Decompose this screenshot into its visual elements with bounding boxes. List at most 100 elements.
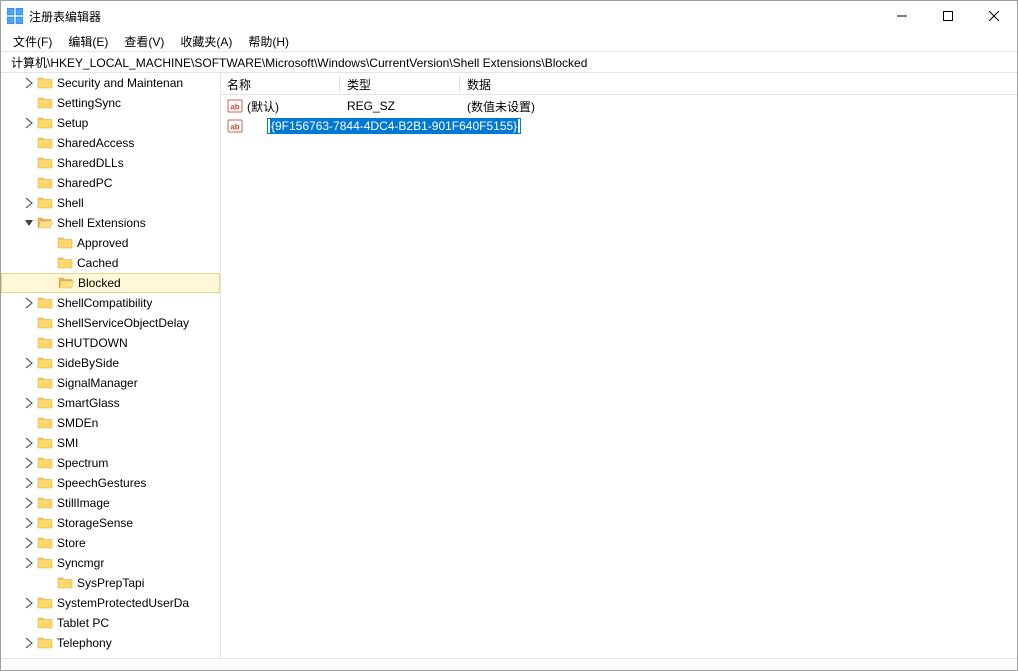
folder-icon [37, 315, 53, 331]
tree-item[interactable]: Tablet PC [1, 613, 220, 633]
tree-item[interactable]: SignalManager [1, 373, 220, 393]
minimize-button[interactable] [879, 1, 925, 31]
folder-icon [37, 395, 53, 411]
chevron-right-icon[interactable] [21, 355, 37, 371]
tree-item[interactable]: StillImage [1, 493, 220, 513]
values-list[interactable]: (默认) REG_SZ (数值未设置) {9F156763-7844-4DC4-… [221, 95, 1017, 658]
tree-item[interactable]: SMI [1, 433, 220, 453]
tree-label: ShellCompatibility [57, 296, 152, 310]
tree-label: SharedPC [57, 176, 112, 190]
folder-icon [37, 635, 53, 651]
column-header-name[interactable]: 名称 [221, 73, 341, 94]
chevron-right-icon[interactable] [21, 475, 37, 491]
tree-item[interactable]: Shell [1, 193, 220, 213]
tree-item[interactable]: SharedPC [1, 173, 220, 193]
tree-item[interactable]: SystemProtectedUserDa [1, 593, 220, 613]
value-row-default[interactable]: (默认) REG_SZ (数值未设置) [221, 96, 1017, 116]
chevron-right-icon[interactable] [21, 515, 37, 531]
address-input[interactable] [9, 54, 1009, 70]
chevron-right-icon[interactable] [21, 495, 37, 511]
tree-item[interactable]: SHUTDOWN [1, 333, 220, 353]
tree-label: Spectrum [57, 456, 108, 470]
value-name-edit-input[interactable]: {9F156763-7844-4DC4-B2B1-901F640F5155} [267, 118, 521, 134]
tree-item[interactable]: Store [1, 533, 220, 553]
folder-icon [37, 475, 53, 491]
tree-label: Security and Maintenan [57, 76, 183, 90]
column-header-data[interactable]: 数据 [461, 73, 1017, 94]
tree-item[interactable]: Approved [1, 233, 220, 253]
folder-icon [57, 255, 73, 271]
tree-label: SharedDLLs [57, 156, 124, 170]
chevron-right-icon[interactable] [21, 635, 37, 651]
folder-icon [37, 175, 53, 191]
tree-item[interactable]: Setup [1, 113, 220, 133]
registry-editor-window: 注册表编辑器 文件(F) 编辑(E) 查看(V) 收藏夹(A) 帮助(H) [0, 0, 1018, 671]
tree-label: SMDEn [57, 416, 98, 430]
main-area: Security and Maintenan SettingSync Setup… [1, 73, 1017, 658]
tree-item[interactable]: ShellServiceObjectDelay [1, 313, 220, 333]
tree-label: SharedAccess [57, 136, 134, 150]
folder-icon [37, 515, 53, 531]
key-tree: Security and Maintenan SettingSync Setup… [1, 73, 220, 653]
column-header-type[interactable]: 类型 [341, 73, 461, 94]
tree-item[interactable]: SideBySide [1, 353, 220, 373]
folder-icon [37, 135, 53, 151]
tree-label: Shell Extensions [57, 216, 146, 230]
tree-item[interactable]: Spectrum [1, 453, 220, 473]
tree-item[interactable]: Cached [1, 253, 220, 273]
tree-item[interactable]: SharedDLLs [1, 153, 220, 173]
chevron-right-icon[interactable] [21, 595, 37, 611]
tree-item[interactable]: SmartGlass [1, 393, 220, 413]
close-button[interactable] [971, 1, 1017, 31]
tree-item[interactable]: Security and Maintenan [1, 73, 220, 93]
tree-item[interactable]: SharedAccess [1, 133, 220, 153]
menu-favorites[interactable]: 收藏夹(A) [172, 31, 240, 52]
tree-item[interactable]: ShellCompatibility [1, 293, 220, 313]
value-row-editing[interactable]: {9F156763-7844-4DC4-B2B1-901F640F5155} [221, 116, 1017, 136]
chevron-right-icon[interactable] [21, 75, 37, 91]
value-data: (数值未设置) [461, 96, 1017, 116]
value-name-edit-text: {9F156763-7844-4DC4-B2B1-901F640F5155} [270, 119, 518, 133]
tree-item[interactable]: SysPrepTapi [1, 573, 220, 593]
tree-label: Approved [77, 236, 128, 250]
chevron-right-icon[interactable] [21, 435, 37, 451]
menu-view[interactable]: 查看(V) [116, 31, 172, 52]
tree-label: StillImage [57, 496, 110, 510]
tree-label: Syncmgr [57, 556, 104, 570]
folder-icon [37, 115, 53, 131]
chevron-right-icon[interactable] [21, 555, 37, 571]
app-icon [7, 8, 23, 24]
chevron-down-icon[interactable] [21, 215, 37, 231]
chevron-right-icon[interactable] [21, 535, 37, 551]
chevron-right-icon[interactable] [21, 295, 37, 311]
string-value-icon [227, 118, 243, 134]
tree-item-blocked[interactable]: Blocked [1, 273, 220, 293]
tree-item[interactable]: SMDEn [1, 413, 220, 433]
tree-label: Shell [57, 196, 84, 210]
folder-icon [37, 295, 53, 311]
chevron-right-icon[interactable] [21, 195, 37, 211]
tree-label: SHUTDOWN [57, 336, 128, 350]
folder-icon [57, 575, 73, 591]
folder-icon [37, 435, 53, 451]
tree-item[interactable]: Syncmgr [1, 553, 220, 573]
menu-file[interactable]: 文件(F) [5, 31, 60, 52]
folder-open-icon [37, 215, 53, 231]
tree-item[interactable]: Telephony [1, 633, 220, 653]
values-header: 名称 类型 数据 [221, 73, 1017, 95]
maximize-button[interactable] [925, 1, 971, 31]
folder-open-icon [58, 275, 74, 291]
tree-item[interactable]: SettingSync [1, 93, 220, 113]
folder-icon [37, 555, 53, 571]
menubar: 文件(F) 编辑(E) 查看(V) 收藏夹(A) 帮助(H) [1, 31, 1017, 51]
tree-item[interactable]: SpeechGestures [1, 473, 220, 493]
tree-item[interactable]: StorageSense [1, 513, 220, 533]
menu-edit[interactable]: 编辑(E) [60, 31, 116, 52]
tree-pane[interactable]: Security and Maintenan SettingSync Setup… [1, 73, 221, 658]
chevron-right-icon[interactable] [21, 395, 37, 411]
chevron-right-icon[interactable] [21, 115, 37, 131]
chevron-right-icon[interactable] [21, 455, 37, 471]
menu-help[interactable]: 帮助(H) [240, 31, 297, 52]
address-bar [1, 51, 1017, 73]
tree-item-shell-extensions[interactable]: Shell Extensions [1, 213, 220, 233]
